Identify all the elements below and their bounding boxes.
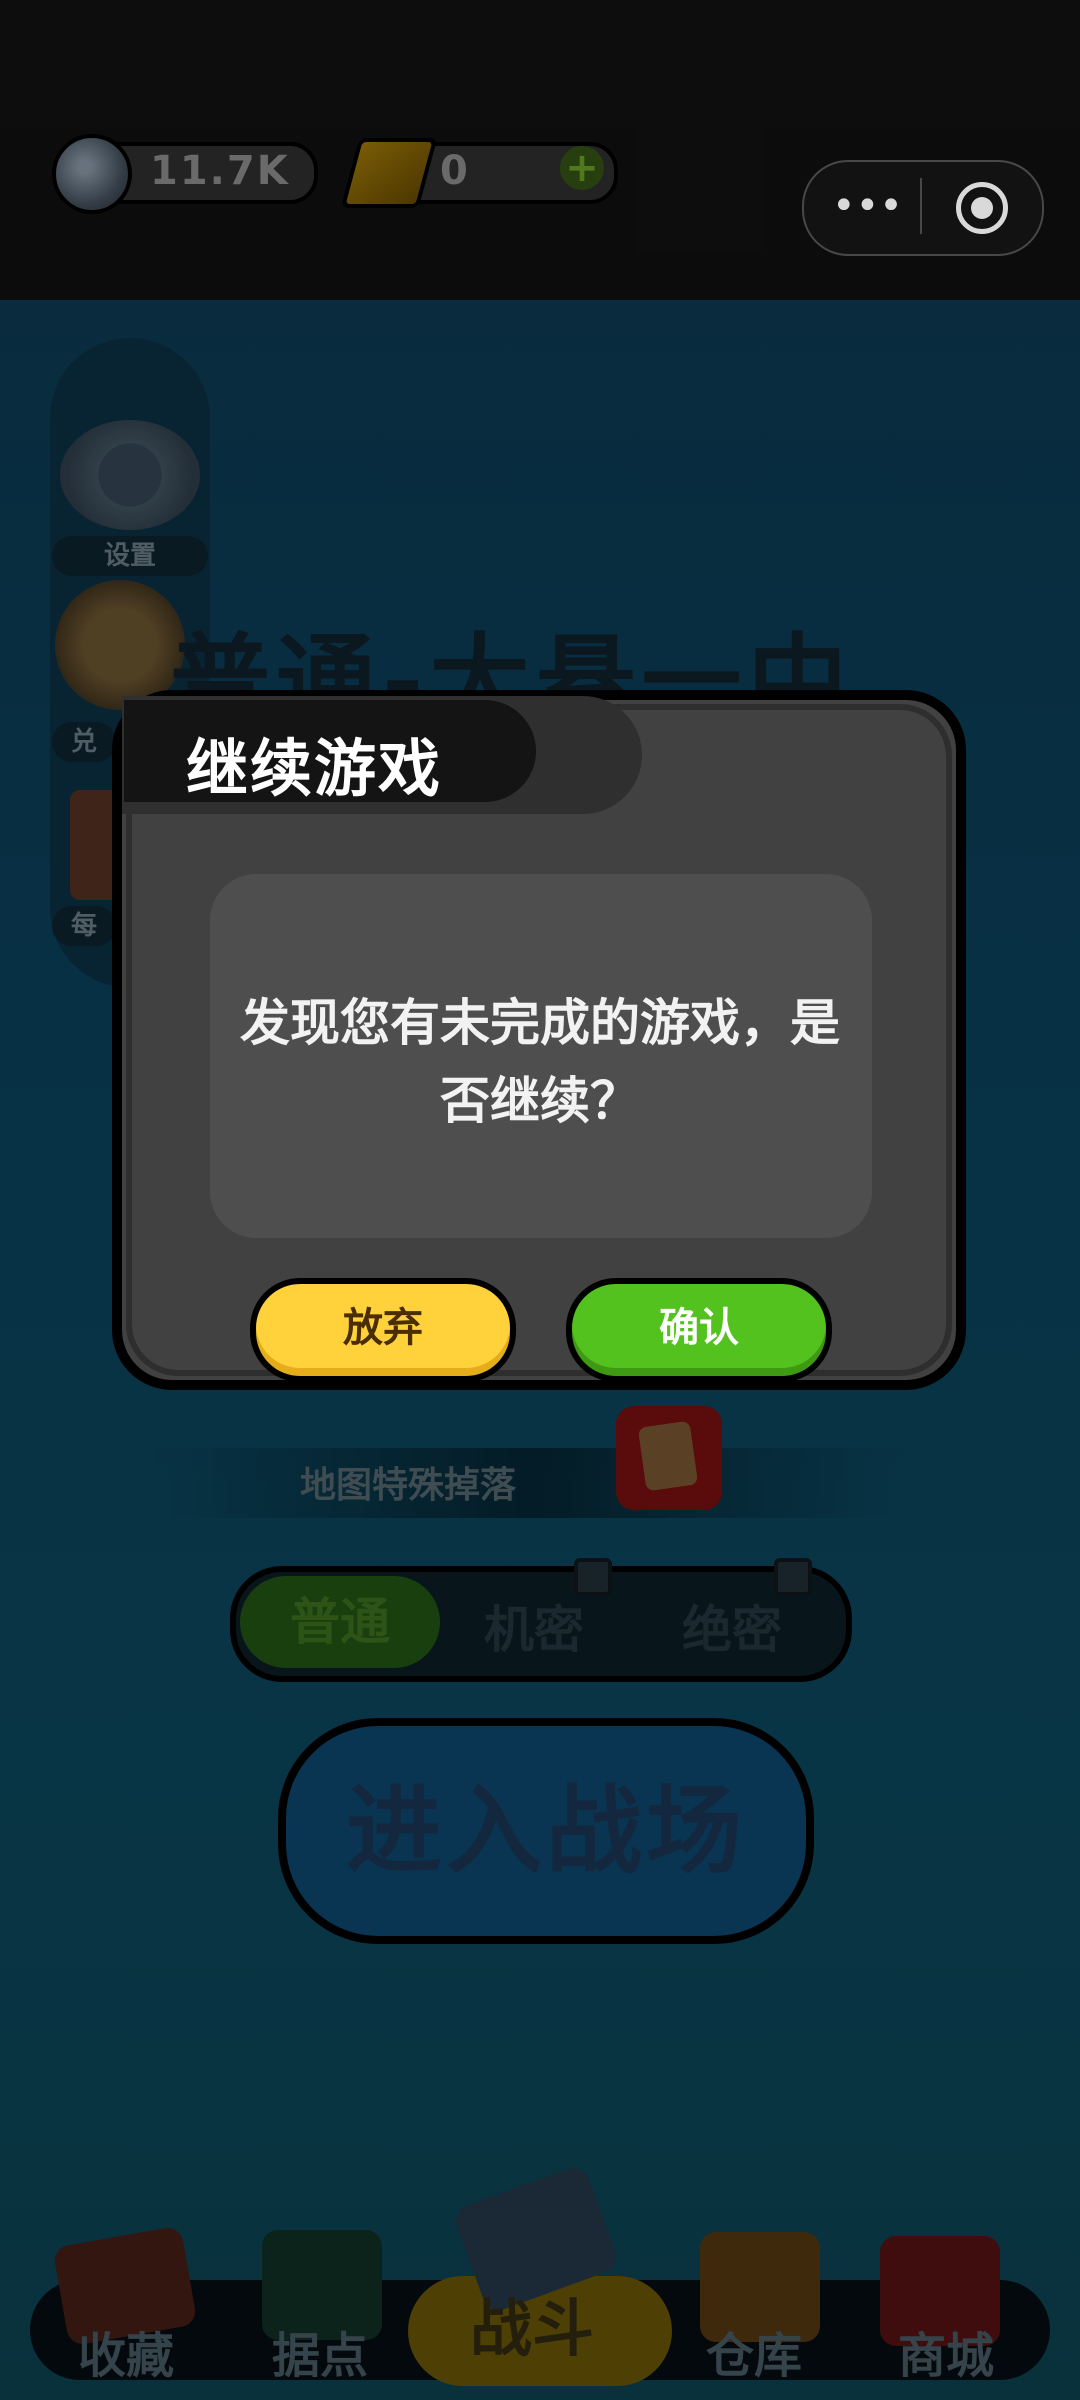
map-scroll-icon[interactable] xyxy=(616,1406,722,1510)
dialog-title: 继续游戏 xyxy=(186,732,443,805)
nav-base[interactable]: 据点 xyxy=(272,2316,368,2386)
drops-bar xyxy=(150,1448,910,1518)
gold-balance: 0 xyxy=(440,148,470,194)
nav-shop[interactable]: 商城 xyxy=(898,2316,994,2386)
tab-secret[interactable]: 机密 xyxy=(484,1590,584,1662)
tab-top-secret[interactable]: 绝密 xyxy=(682,1590,782,1662)
nav-storage[interactable]: 仓库 xyxy=(706,2316,802,2386)
lock-icon xyxy=(574,1558,612,1596)
coin-balance: 11.7K xyxy=(150,148,290,194)
lock-icon xyxy=(774,1558,812,1596)
settings-label: 设置 xyxy=(52,536,208,576)
close-miniprogram-icon[interactable] xyxy=(956,182,1008,234)
tab-normal[interactable]: 普通 xyxy=(240,1576,440,1668)
confirm-button[interactable]: 确认 xyxy=(566,1278,832,1382)
abandon-button[interactable]: 放弃 xyxy=(250,1278,516,1382)
nav-collect[interactable]: 收藏 xyxy=(78,2316,174,2386)
coin-icon xyxy=(52,134,132,214)
daily-label: 每 xyxy=(52,906,116,946)
add-gold-button[interactable]: + xyxy=(560,146,604,190)
dialog-message: 发现您有未完成的游戏，是否继续？ xyxy=(240,994,840,1130)
more-options-icon[interactable]: ••• xyxy=(832,176,903,236)
enter-battle-button[interactable]: 进入战场 xyxy=(278,1718,814,1944)
exchange-label: 兑 xyxy=(52,722,116,762)
capsule-divider xyxy=(920,178,922,234)
nav-battle[interactable]: 战斗 xyxy=(470,2278,594,2368)
gear-icon[interactable] xyxy=(60,420,200,530)
map-drops-label: 地图特殊掉落 xyxy=(300,1465,517,1506)
